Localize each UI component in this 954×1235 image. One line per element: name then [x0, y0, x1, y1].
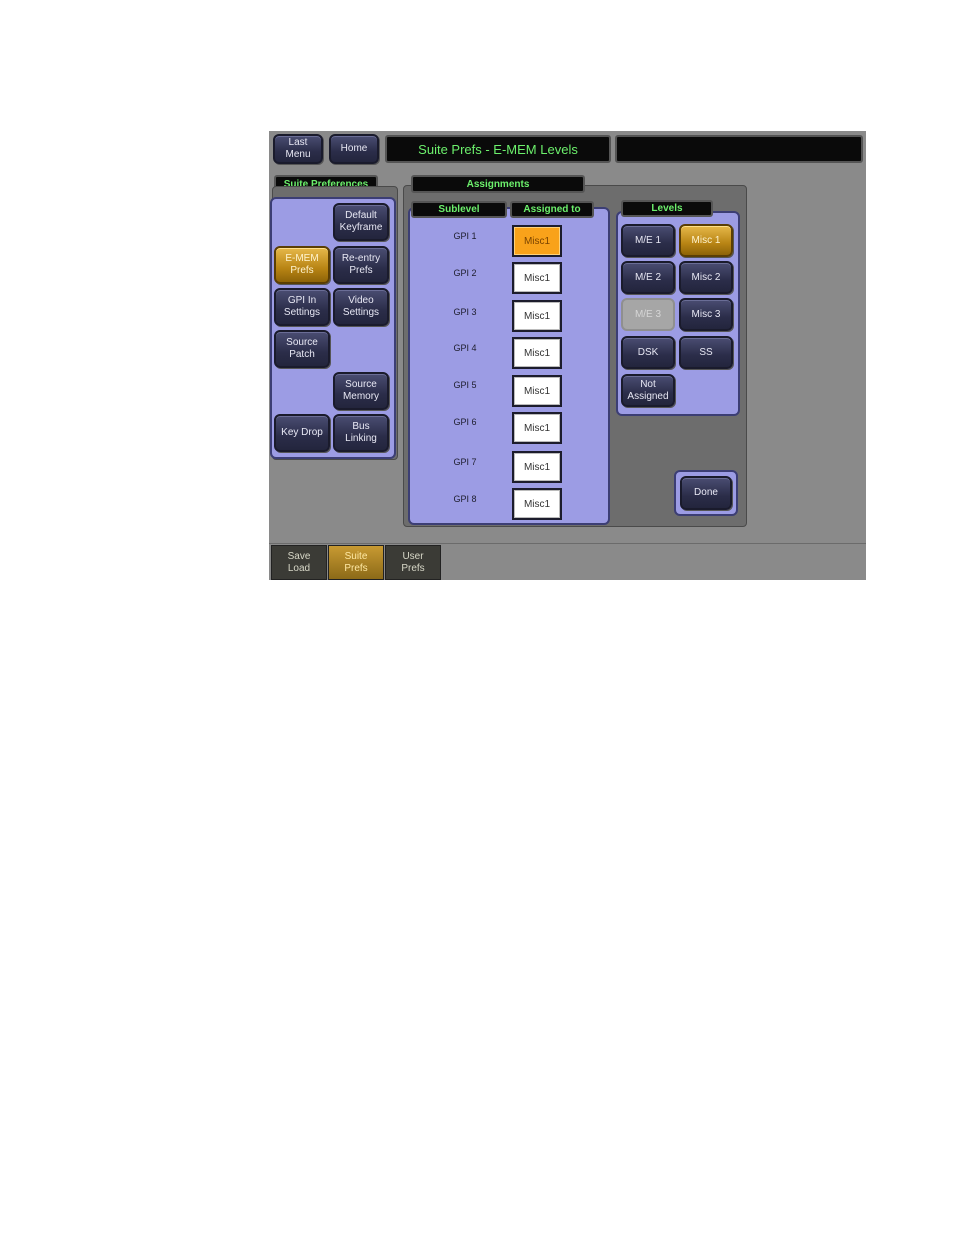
- tab-user-prefs[interactable]: User Prefs: [385, 545, 441, 580]
- page-title: Suite Prefs - E-MEM Levels: [385, 135, 611, 163]
- assigned-to-column-header: Assigned to: [510, 201, 594, 218]
- level-ss-button[interactable]: SS: [679, 336, 733, 369]
- tab-save-load[interactable]: Save Load: [271, 545, 327, 580]
- sublevel-gpi-2: GPI 2: [453, 268, 477, 278]
- sublevel-gpi-6: GPI 6: [453, 417, 477, 427]
- level-me2-button[interactable]: M/E 2: [621, 261, 675, 294]
- assigned-gpi-5[interactable]: Misc1: [512, 375, 562, 407]
- assigned-gpi-4[interactable]: Misc1: [512, 337, 562, 369]
- source-memory-button[interactable]: Source Memory: [333, 372, 389, 410]
- assigned-gpi-7[interactable]: Misc1: [512, 451, 562, 483]
- key-drop-button[interactable]: Key Drop: [274, 414, 330, 452]
- levels-heading: Levels: [621, 200, 713, 217]
- assignments-panel: [408, 207, 610, 525]
- level-me1-button[interactable]: M/E 1: [621, 224, 675, 257]
- assigned-gpi-6[interactable]: Misc1: [512, 412, 562, 444]
- sublevel-gpi-8: GPI 8: [453, 494, 477, 504]
- assigned-gpi-2[interactable]: Misc1: [512, 262, 562, 294]
- reentry-prefs-button[interactable]: Re-entry Prefs: [333, 246, 389, 284]
- level-dsk-button[interactable]: DSK: [621, 336, 675, 369]
- sublevel-column-header: Sublevel: [411, 201, 507, 218]
- tab-suite-prefs[interactable]: Suite Prefs: [328, 545, 384, 580]
- status-display: [615, 135, 863, 163]
- sublevel-gpi-4: GPI 4: [453, 343, 477, 353]
- assignments-heading: Assignments: [411, 175, 585, 193]
- sublevel-gpi-7: GPI 7: [453, 457, 477, 467]
- done-button[interactable]: Done: [680, 476, 732, 510]
- level-misc1-button[interactable]: Misc 1: [679, 224, 733, 257]
- gpi-in-settings-button[interactable]: GPI In Settings: [274, 288, 330, 326]
- sublevel-gpi-3: GPI 3: [453, 307, 477, 317]
- level-misc2-button[interactable]: Misc 2: [679, 261, 733, 294]
- sublevel-gpi-5: GPI 5: [453, 380, 477, 390]
- level-me3-button[interactable]: M/E 3: [621, 298, 675, 331]
- sublevel-gpi-1: GPI 1: [453, 231, 477, 241]
- emem-levels-screen: Last Menu Home Suite Prefs - E-MEM Level…: [269, 131, 866, 580]
- home-button[interactable]: Home: [329, 134, 379, 164]
- level-not-assigned-button[interactable]: Not Assigned: [621, 374, 675, 407]
- assigned-gpi-3[interactable]: Misc1: [512, 300, 562, 332]
- assigned-gpi-8[interactable]: Misc1: [512, 488, 562, 520]
- emem-prefs-button[interactable]: E-MEM Prefs: [274, 246, 330, 284]
- level-misc3-button[interactable]: Misc 3: [679, 298, 733, 331]
- last-menu-button[interactable]: Last Menu: [273, 134, 323, 164]
- assigned-gpi-1[interactable]: Misc1: [512, 225, 562, 257]
- default-keyframe-button[interactable]: Default Keyframe: [333, 203, 389, 241]
- bus-linking-button[interactable]: Bus Linking: [333, 414, 389, 452]
- source-patch-button[interactable]: Source Patch: [274, 330, 330, 368]
- video-settings-button[interactable]: Video Settings: [333, 288, 389, 326]
